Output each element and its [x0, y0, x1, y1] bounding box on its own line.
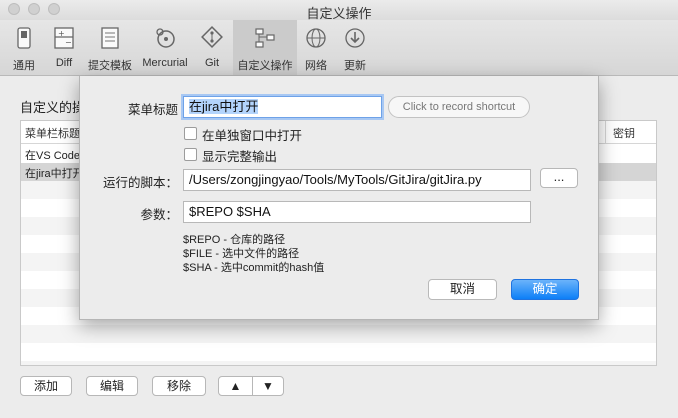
mercurial-icon	[156, 28, 175, 48]
record-shortcut-field[interactable]: Click to record shortcut	[388, 96, 530, 118]
remove-button[interactable]: 移除	[152, 376, 206, 396]
ok-button[interactable]: 确定	[511, 279, 579, 300]
tab-custom-actions[interactable]: 自定义操作	[233, 20, 297, 75]
tab-git[interactable]: Git	[196, 20, 228, 75]
tab-commit-template[interactable]: 提交模板	[86, 20, 134, 75]
preferences-window: 自定义操作 通用 + − Diff 提交模板 Mercurial Git 自定义…	[0, 0, 678, 418]
diff-icon: + −	[54, 27, 74, 49]
open-separate-window-checkbox[interactable]	[184, 127, 197, 140]
edit-button[interactable]: 编辑	[86, 376, 138, 396]
title-bar: 自定义操作	[0, 0, 678, 21]
globe-icon	[306, 28, 326, 48]
update-icon	[345, 28, 365, 48]
params-label: 参数：	[140, 208, 178, 222]
table-row-empty	[21, 361, 656, 365]
add-button[interactable]: 添加	[20, 376, 72, 396]
tab-diff[interactable]: + − Diff	[46, 20, 82, 75]
menu-title-label: 菜单标题	[127, 103, 178, 117]
params-input[interactable]: $REPO $SHA	[183, 201, 531, 223]
column-header-key[interactable]: 密钥	[613, 125, 635, 141]
custom-actions-icon	[255, 28, 275, 48]
preferences-toolbar: 通用 + − Diff 提交模板 Mercurial Git 自定义操作 网络 …	[0, 20, 678, 76]
tab-mercurial[interactable]: Mercurial	[138, 20, 192, 75]
menu-title-input[interactable]: 在jira中打开	[183, 96, 382, 118]
tab-network[interactable]: 网络	[300, 20, 332, 75]
svg-text:+: +	[58, 29, 65, 38]
switch-icon	[17, 27, 31, 49]
move-up-button[interactable]: ▲	[219, 377, 253, 395]
column-divider	[605, 121, 606, 143]
edit-action-sheet: 菜单标题 在jira中打开 Click to record shortcut 在…	[79, 76, 599, 320]
tab-update[interactable]: 更新	[338, 20, 372, 75]
column-header-menu-title[interactable]: 菜单栏标题	[25, 125, 80, 141]
svg-text:−: −	[65, 38, 72, 47]
table-row-empty	[21, 325, 656, 343]
show-full-output-checkbox[interactable]	[184, 148, 197, 161]
show-full-output-label: 显示完整输出	[202, 150, 278, 164]
section-title: 自定义的操	[20, 100, 86, 115]
move-down-button[interactable]: ▼	[252, 377, 283, 395]
help-text-sha: $SHA - 选中commit的hash值	[183, 262, 325, 274]
git-icon	[201, 26, 223, 48]
document-icon	[101, 27, 119, 49]
reorder-control: ▲ ▼	[218, 376, 284, 396]
tab-general[interactable]: 通用	[4, 20, 44, 75]
open-separate-window-label: 在单独窗口中打开	[202, 129, 303, 143]
cancel-button[interactable]: 取消	[428, 279, 497, 300]
script-label: 运行的脚本：	[102, 176, 178, 190]
script-path-input[interactable]: /Users/zongjingyao/Tools/MyTools/GitJira…	[183, 169, 531, 191]
browse-script-button[interactable]: ...	[540, 168, 578, 188]
